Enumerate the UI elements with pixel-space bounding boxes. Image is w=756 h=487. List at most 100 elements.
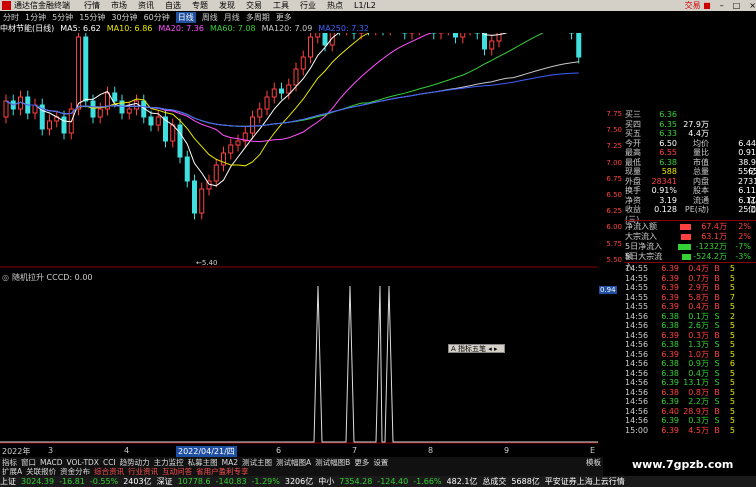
quote-value-3: 55659 <box>738 167 756 176</box>
indicator-tab[interactable]: 更多 <box>354 457 369 468</box>
menu-item[interactable]: 行业 <box>300 0 316 11</box>
period-tab[interactable]: 15分钟 <box>79 12 105 23</box>
trade-count: 5 <box>729 349 735 359</box>
trade-time: 14:56 <box>625 359 649 368</box>
right-panel-divider <box>625 262 756 263</box>
period-tab[interactable]: 多周期 <box>246 12 270 23</box>
trade-count: 5 <box>729 406 735 416</box>
x-axis-month: 3 <box>48 446 54 455</box>
period-tab[interactable]: 月线 <box>224 12 240 23</box>
trade-price: 6.39 <box>661 378 679 387</box>
quote-value-3 <box>738 129 756 139</box>
trade-count: 6 <box>729 359 735 368</box>
menu-item[interactable]: 热点 <box>327 0 343 11</box>
quote-label: 换手 <box>625 186 641 195</box>
menu-item[interactable]: 专题 <box>192 0 208 11</box>
indicator-tab[interactable]: 模板 <box>586 457 601 468</box>
menu-item[interactable]: 工具 <box>273 0 289 11</box>
trade-count: 5 <box>729 397 735 406</box>
tick-trades-panel[interactable]: 14:55 6.39 0.4万 B 5 14:55 6.39 0.7万 B 5 14:55 6.39 2… <box>625 264 756 474</box>
status-item: 总成交 <box>482 477 507 486</box>
right-panel-divider <box>625 220 756 221</box>
flow-label: 净流入额 <box>625 222 657 231</box>
minimize-icon[interactable]: – <box>720 1 724 10</box>
status-item: 3024.39 <box>21 477 55 486</box>
candle-body <box>192 180 197 214</box>
period-tab[interactable]: 5分钟 <box>52 12 73 23</box>
period-tab[interactable]: 日线 <box>175 11 196 23</box>
candle-body <box>61 116 67 134</box>
x-axis-year: 2022年 <box>2 447 31 456</box>
trade-row: 14:55 6.39 2.9万 B 5 <box>625 283 756 293</box>
trade-count: 5 <box>729 387 735 397</box>
flow-percent: -3% <box>735 252 751 261</box>
indicator-tab[interactable]: 测试幅图A <box>276 457 311 468</box>
quote-value: 6.55 <box>659 148 677 157</box>
flow-row: 5日净流入额 -1232万 -7% <box>625 242 756 261</box>
period-tab[interactable]: 分时 <box>3 12 19 23</box>
flow-row: 净流入额 67.4万 2% <box>625 222 756 232</box>
menu-item[interactable]: 发现 <box>219 0 235 11</box>
quote-label: 买五 <box>625 129 641 138</box>
quote-row: 买四 6.35 27.9万 <box>625 120 756 130</box>
trade-volume: 2.2万 <box>688 397 709 406</box>
menu-item[interactable]: 市场 <box>111 0 127 11</box>
price-axis-tick: 6.75 <box>606 174 622 183</box>
menu-item[interactable]: 行情 <box>84 0 100 11</box>
candle-body <box>97 108 103 118</box>
trade-time: 14:55 <box>625 283 649 292</box>
period-tab[interactable]: 更多 <box>276 12 292 23</box>
menu-item[interactable]: L1/L2 <box>354 1 376 10</box>
indicator-tab[interactable]: 设置 <box>373 457 388 468</box>
period-tab[interactable]: 1分钟 <box>25 12 46 23</box>
status-item: -0.55% <box>89 477 119 486</box>
trade-count: 5 <box>729 283 735 292</box>
x-axis-month: 9 <box>504 446 510 455</box>
stock-title[interactable]: 中材节能(日线) <box>0 23 54 34</box>
candle-body <box>264 96 270 110</box>
candle-body <box>576 33 582 58</box>
quote-value-3 <box>738 110 756 120</box>
price-axis-tick: 7.75 <box>606 110 622 118</box>
extension-tabs: 扩展A 关联报价 资金分布 综合资讯 行业资讯 互动问答 省用户盈利专享 <box>0 467 603 476</box>
low-price-label: ←5.40 <box>196 259 217 267</box>
ma-legend: 中材节能(日线) MA5: 6.62 MA10: 6.86 MA20: 7.36 MA… <box>0 23 600 33</box>
login-link[interactable]: 交易 ■ <box>685 0 711 11</box>
status-item: 10778.6 <box>177 477 211 486</box>
trade-count: 5 <box>729 378 735 387</box>
trade-count: 5 <box>729 416 735 425</box>
maximize-icon[interactable]: □ <box>733 1 741 10</box>
ma-label: MA60: 7.08 <box>209 23 256 33</box>
indicator-tab[interactable]: 测试幅图B <box>315 457 350 468</box>
quote-value: 0.91% <box>651 186 677 195</box>
price-axis-tick: 7.25 <box>606 142 622 151</box>
trade-volume: 4.5万 <box>688 425 709 435</box>
candle-body <box>83 36 89 102</box>
period-tab[interactable]: 周线 <box>202 12 218 23</box>
trade-volume: 0.3万 <box>688 416 709 425</box>
cursor-date-label: 2022/04/21/四 <box>176 446 237 457</box>
period-tab[interactable]: 30分钟 <box>111 12 137 23</box>
trade-row: 14:56 6.40 28.9万 B 5 <box>625 407 756 417</box>
floating-indicator-window[interactable]: A 指标五笔 ◂ ▸ <box>448 344 505 353</box>
menu-item[interactable]: 资讯 <box>138 0 154 11</box>
flow-bar <box>669 252 691 262</box>
quote-row: 买五 6.33 4.4万 <box>625 129 756 139</box>
trade-row: 14:55 6.39 5.8万 B 7 <box>625 293 756 303</box>
kline-chart[interactable]: ←5.40 <box>0 33 598 268</box>
trade-row: 14:56 6.38 0.4万 S 5 <box>625 369 756 379</box>
trade-volume: 28.9万 <box>683 406 709 416</box>
trade-row: 14:56 6.39 0.3万 S 5 <box>625 416 756 426</box>
x-axis-month: 4 <box>124 446 130 455</box>
trade-row: 14:55 6.39 0.4万 B 5 <box>625 264 756 274</box>
menu-item[interactable]: 自选 <box>165 0 181 11</box>
trade-row: 14:56 6.38 0.1万 S 2 <box>625 312 756 322</box>
menu-item[interactable]: 交易 <box>246 0 262 11</box>
close-icon[interactable]: × <box>749 1 756 10</box>
indicator-title[interactable]: 随机拉升 CCCD: 0.00 <box>12 272 93 283</box>
flow-bar <box>669 222 691 232</box>
period-tab[interactable]: 60分钟 <box>144 12 170 23</box>
price-axis-tick: 5.75 <box>606 239 622 248</box>
status-bar: 上证 3024.39 -16.81 -0.55% 2403亿 深证 10778.6 -140.… <box>0 476 756 487</box>
indicator-chart[interactable] <box>0 282 598 444</box>
